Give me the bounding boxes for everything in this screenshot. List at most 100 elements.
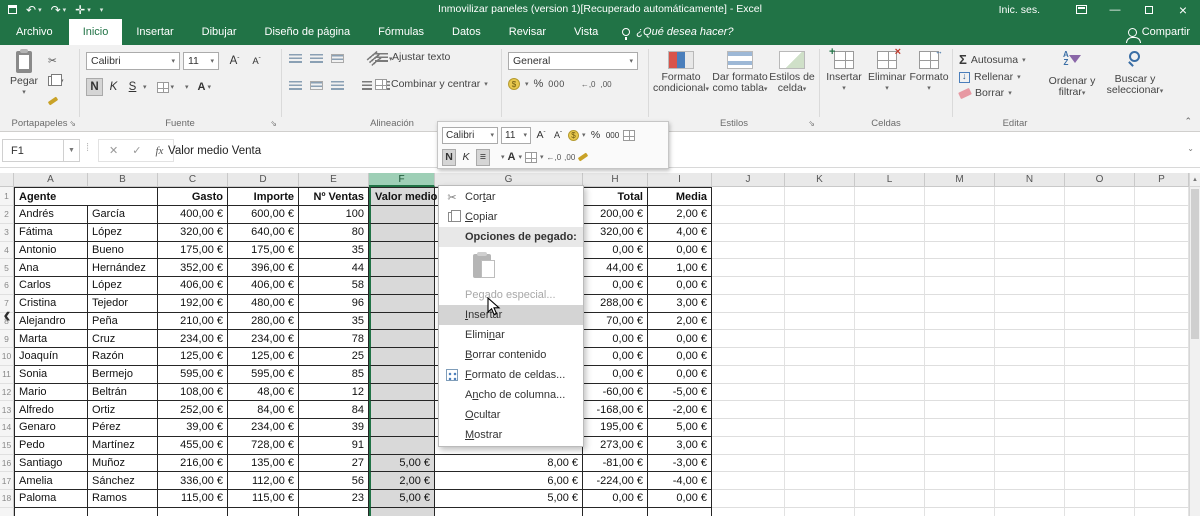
row-header-17[interactable]: 17	[0, 472, 14, 490]
cell[interactable]	[1065, 436, 1135, 455]
decrease-indent-icon[interactable]	[362, 81, 372, 90]
mini-format-painter-icon[interactable]	[578, 152, 589, 162]
cell[interactable]: 44,00 €	[583, 259, 648, 277]
align-top-icon[interactable]	[289, 54, 302, 63]
autosum-button[interactable]: Σ Autosuma ▾	[959, 52, 1026, 67]
align-bottom-icon[interactable]	[331, 54, 344, 63]
cell[interactable]	[855, 454, 925, 473]
cell[interactable]	[785, 223, 855, 242]
cut-button[interactable]: ✂	[48, 53, 64, 69]
font-size-select[interactable]: 11 ▾	[183, 52, 219, 70]
find-select-button[interactable]: Buscar y seleccionar▾	[1103, 51, 1167, 97]
cell[interactable]: López	[88, 223, 158, 242]
mini-shrink-font-button[interactable]: Aˇ	[551, 127, 565, 144]
percent-style-button[interactable]: %	[534, 78, 544, 90]
paste-button[interactable]: Pegar ▾	[6, 49, 42, 98]
tab-diseno[interactable]: Diseño de página	[251, 19, 365, 45]
cell[interactable]	[1065, 277, 1135, 295]
cell[interactable]: 1,00 €	[648, 259, 712, 277]
cell[interactable]	[855, 348, 925, 366]
tab-revisar[interactable]: Revisar	[495, 19, 560, 45]
decrease-decimal-button[interactable]: ,00	[601, 80, 612, 89]
cell[interactable]: 125,00 €	[228, 348, 299, 366]
cell[interactable]	[369, 294, 435, 313]
format-cells-button[interactable]: ↔ Formato ▾	[909, 47, 949, 94]
cell[interactable]: -168,00 €	[583, 401, 648, 419]
cell[interactable]	[1135, 383, 1189, 402]
cell[interactable]: 0,00 €	[583, 277, 648, 295]
grow-font-button[interactable]: Aˆ	[226, 52, 243, 70]
cell[interactable]	[925, 401, 995, 419]
cell[interactable]	[925, 294, 995, 313]
cell[interactable]: Bermejo	[88, 365, 158, 384]
mini-font-size[interactable]: 11 ▾	[501, 126, 531, 144]
row-header-14[interactable]: 14	[0, 419, 14, 437]
cell[interactable]	[785, 454, 855, 473]
cell[interactable]	[925, 312, 995, 331]
cell[interactable]	[995, 294, 1065, 313]
cell[interactable]	[925, 348, 995, 366]
tab-archivo[interactable]: Archivo	[0, 19, 69, 45]
font-dialog-launcher[interactable]: ⇘	[270, 119, 277, 128]
menu-item-insertar[interactable]: Insertar	[439, 305, 583, 325]
cell[interactable]: Ana	[14, 259, 88, 277]
cell[interactable]: Santiago	[14, 454, 88, 473]
clipboard-dialog-launcher[interactable]: ⇘	[69, 119, 76, 128]
menu-item-paste-option[interactable]	[439, 247, 583, 285]
cell[interactable]: 252,00 €	[158, 401, 228, 419]
cell[interactable]: 39,00 €	[158, 419, 228, 437]
cell[interactable]	[995, 472, 1065, 490]
cell[interactable]	[369, 436, 435, 455]
menu-item-formato-de-celdas[interactable]: Formato de celdas...	[439, 365, 583, 385]
font-name-select[interactable]: Calibri ▾	[86, 52, 180, 70]
cell[interactable]	[1065, 419, 1135, 437]
cell[interactable]: 0,00 €	[648, 348, 712, 366]
cell[interactable]	[435, 507, 583, 516]
redo-button[interactable]: ↷ ▾	[51, 3, 67, 17]
cell[interactable]	[925, 206, 995, 224]
cell[interactable]: 108,00 €	[158, 383, 228, 402]
cell[interactable]: Andrés	[14, 206, 88, 224]
column-header-C[interactable]: C	[158, 173, 228, 187]
cell[interactable]	[855, 419, 925, 437]
menu-item-cortar[interactable]: ✂ Cortar	[439, 187, 583, 207]
cell[interactable]	[369, 383, 435, 402]
cell[interactable]: Muñoz	[88, 454, 158, 473]
cell[interactable]: -5,00 €	[648, 383, 712, 402]
cell[interactable]	[1135, 330, 1189, 348]
cell[interactable]: Cruz	[88, 330, 158, 348]
row-header-16[interactable]: 16	[0, 454, 14, 473]
cell[interactable]	[855, 259, 925, 277]
column-header-N[interactable]: N	[995, 173, 1065, 187]
cell[interactable]	[925, 187, 995, 206]
cell[interactable]: 100	[299, 206, 369, 224]
cell[interactable]: 48,00 €	[228, 383, 299, 402]
cell[interactable]	[1135, 223, 1189, 242]
cell[interactable]	[855, 187, 925, 206]
conditional-formatting-button[interactable]: Formato condicional▾	[652, 51, 710, 95]
cell[interactable]	[1065, 294, 1135, 313]
cell[interactable]: 12	[299, 383, 369, 402]
cell[interactable]	[785, 206, 855, 224]
cell[interactable]: 115,00 €	[228, 490, 299, 508]
paste-option-icon[interactable]	[473, 252, 495, 278]
cell[interactable]: 35	[299, 241, 369, 260]
cell[interactable]: Carlos	[14, 277, 88, 295]
tab-insertar[interactable]: Insertar	[122, 19, 187, 45]
cell[interactable]: 2,00 €	[369, 472, 435, 490]
cell[interactable]	[712, 383, 785, 402]
close-button[interactable]: ×	[1166, 0, 1200, 19]
italic-button[interactable]: K	[105, 78, 122, 96]
align-middle-icon[interactable]	[310, 54, 323, 63]
name-box-dropdown[interactable]: ▼	[64, 139, 80, 162]
cell[interactable]	[995, 454, 1065, 473]
cell[interactable]: 406,00 €	[158, 277, 228, 295]
cell[interactable]	[369, 365, 435, 384]
format-as-table-button[interactable]: Dar formato como tabla▾	[712, 51, 768, 95]
cell[interactable]	[88, 507, 158, 516]
formula-content[interactable]: Valor medio Venta	[168, 139, 261, 162]
cell[interactable]: García	[88, 206, 158, 224]
cell[interactable]	[785, 383, 855, 402]
cell[interactable]: 273,00 €	[583, 436, 648, 455]
vertical-scrollbar[interactable]: ▲	[1189, 173, 1200, 516]
